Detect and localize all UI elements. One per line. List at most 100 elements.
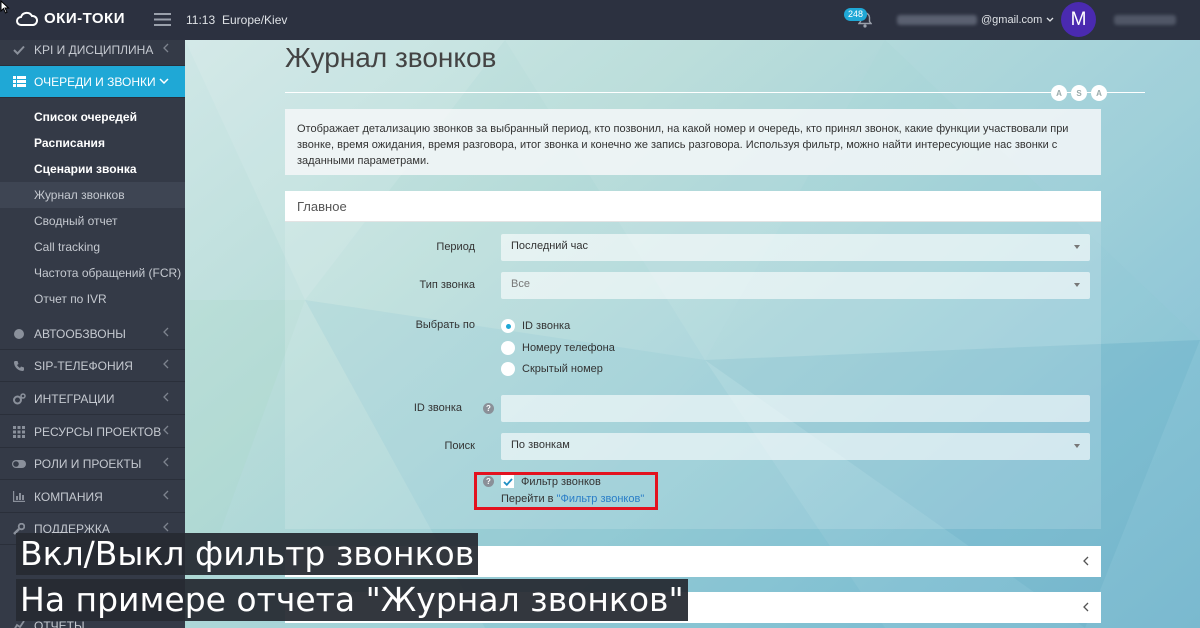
chevron-left-icon <box>163 490 169 500</box>
help-icon[interactable]: ? <box>483 403 494 414</box>
page-control-s-button[interactable]: S <box>1071 85 1087 101</box>
radio-hidden-number[interactable]: Скрытый номер <box>501 362 603 376</box>
sidebar-item-autodial[interactable]: АВТООБЗВОНЫ <box>0 318 185 350</box>
chevron-left-icon <box>163 457 169 467</box>
sidebar-item-label: АВТООБЗВОНЫ <box>34 326 126 341</box>
cloud-icon <box>16 11 38 27</box>
user-name-blurred <box>1114 15 1176 25</box>
call-type-value: Все <box>511 278 530 290</box>
chevron-down-icon <box>1046 17 1054 23</box>
sidebar-item-label: КОМПАНИЯ <box>34 489 103 504</box>
sidebar-item-resources[interactable]: РЕСУРСЫ ПРОЕКТОВ <box>0 416 185 448</box>
radio-label: Скрытый номер <box>522 363 603 375</box>
check-icon <box>12 43 26 57</box>
call-id-input[interactable] <box>501 395 1090 422</box>
chevron-left-icon <box>1083 602 1089 612</box>
mouse-cursor-icon <box>0 0 10 14</box>
sidebar-item-label: РОЛИ И ПРОЕКТЫ <box>34 456 142 471</box>
radio-call-id[interactable]: ID звонка <box>501 319 570 333</box>
section-body-main: Период Последний час Тип звонка Все Выбр… <box>285 222 1101 529</box>
user-email[interactable]: @gmail.com <box>897 14 1054 26</box>
sidebar-subitem-call-log[interactable]: Журнал звонков <box>0 182 185 208</box>
period-value: Последний час <box>511 240 589 252</box>
timezone[interactable]: Europe/Kiev <box>222 13 287 27</box>
title-divider <box>285 92 1145 93</box>
page-title: Журнал звонков <box>285 42 497 73</box>
radio-label: Номеру телефона <box>522 342 615 354</box>
sidebar-item-integrations[interactable]: ИНТЕГРАЦИИ <box>0 383 185 415</box>
gears-icon <box>12 392 26 406</box>
sidebar-item-queues[interactable]: ОЧЕРЕДИ И ЗВОНКИ <box>0 66 185 98</box>
logo[interactable]: ОКИ-ТОКИ <box>16 10 125 27</box>
caret-down-icon <box>1074 245 1080 249</box>
goto-prefix: Перейти в <box>501 493 557 505</box>
hamburger-menu-icon[interactable] <box>154 13 171 26</box>
select-by-label: Выбрать по <box>415 319 475 331</box>
sidebar-subitem-fcr[interactable]: Частота обращений (FCR) <box>0 260 185 286</box>
sidebar-item-label: РЕСУРСЫ ПРОЕКТОВ <box>34 424 162 439</box>
chevron-left-icon <box>163 327 169 337</box>
sidebar-subitem-queue-list[interactable]: Список очередей <box>0 104 185 130</box>
call-type-select[interactable]: Все <box>501 272 1090 299</box>
page-control-a-button[interactable]: A <box>1051 85 1067 101</box>
radio-button-checked[interactable] <box>501 319 515 333</box>
sidebar-item-sip[interactable]: SIP-ТЕЛЕФОНИЯ <box>0 350 185 382</box>
radio-button[interactable] <box>501 362 515 376</box>
sidebar-item-roles[interactable]: РОЛИ И ПРОЕКТЫ <box>0 448 185 480</box>
sidebar-item-company[interactable]: КОМПАНИЯ <box>0 481 185 513</box>
radio-phone-number[interactable]: Номеру телефона <box>501 341 615 355</box>
help-icon[interactable]: ? <box>483 476 494 487</box>
period-select[interactable]: Последний час <box>501 234 1090 261</box>
caret-down-icon <box>1074 283 1080 287</box>
email-domain: @gmail.com <box>981 14 1043 26</box>
phone-icon <box>12 359 26 373</box>
top-bar: ОКИ-ТОКИ 11:13 Europe/Kiev 248 @gmail.co… <box>0 0 1200 40</box>
sidebar-subitem-summary-report[interactable]: Сводный отчет <box>0 208 185 234</box>
chevron-left-icon <box>163 425 169 435</box>
filter-checkbox[interactable] <box>501 475 514 488</box>
page-description: Отображает детализацию звонков за выбран… <box>285 109 1101 175</box>
caption-line-2: На примере отчета "Журнал звонков" <box>16 579 688 621</box>
checkmark-icon <box>502 477 513 486</box>
sidebar-subitem-call-tracking[interactable]: Call tracking <box>0 234 185 260</box>
clock-time: 11:13 <box>186 13 216 27</box>
radio-button[interactable] <box>501 341 515 355</box>
search-label: Поиск <box>444 440 475 452</box>
bar-chart-icon <box>12 490 26 504</box>
sidebar-item-label: ОЧЕРЕДИ И ЗВОНКИ <box>34 74 156 89</box>
sidebar-item-label: SIP-ТЕЛЕФОНИЯ <box>34 358 133 373</box>
period-label: Период <box>436 241 475 253</box>
filter-label: Фильтр звонков <box>521 475 601 488</box>
email-blurred <box>897 15 977 25</box>
search-select[interactable]: По звонкам <box>501 433 1090 460</box>
sidebar-item-label: KPI И ДИСЦИПЛИНА <box>34 42 154 57</box>
grid-icon <box>12 425 26 439</box>
call-filter-toggle[interactable]: ? Фильтр звонков <box>483 475 601 488</box>
chevron-left-icon <box>1083 556 1089 566</box>
notification-badge[interactable]: 248 <box>844 8 868 21</box>
chevron-left-icon <box>163 359 169 369</box>
sidebar-subitem-schedules[interactable]: Расписания <box>0 130 185 156</box>
avatar[interactable]: M <box>1061 2 1096 37</box>
logo-text: ОКИ-ТОКИ <box>44 10 125 27</box>
list-icon <box>12 75 26 89</box>
sidebar-subitem-ivr-report[interactable]: Отчет по IVR <box>0 286 185 312</box>
chevron-left-icon <box>163 522 169 532</box>
caret-down-icon <box>1074 444 1080 448</box>
search-value: По звонкам <box>511 439 570 451</box>
sidebar-item-kpi[interactable]: KPI И ДИСЦИПЛИНА <box>0 40 185 66</box>
caption-line-1: Вкл/Выкл фильтр звонков <box>16 533 479 575</box>
radio-label: ID звонка <box>522 320 571 332</box>
sidebar-subitem-call-scenarios[interactable]: Сценарии звонка <box>0 156 185 182</box>
chevron-left-icon <box>163 392 169 402</box>
goto-filter-link[interactable]: "Фильтр звонков" <box>557 493 645 505</box>
clock-icon <box>12 327 26 341</box>
section-header-main[interactable]: Главное <box>285 191 1101 222</box>
chevron-down-icon <box>159 78 169 84</box>
toggle-icon <box>12 457 26 471</box>
sidebar-item-label: ИНТЕГРАЦИИ <box>34 391 115 406</box>
goto-filter-text: Перейти в "Фильтр звонков" <box>501 493 644 505</box>
call-id-label: ID звонка <box>413 402 462 414</box>
call-type-label: Тип звонка <box>419 279 475 291</box>
page-control-a2-button[interactable]: A <box>1091 85 1107 101</box>
